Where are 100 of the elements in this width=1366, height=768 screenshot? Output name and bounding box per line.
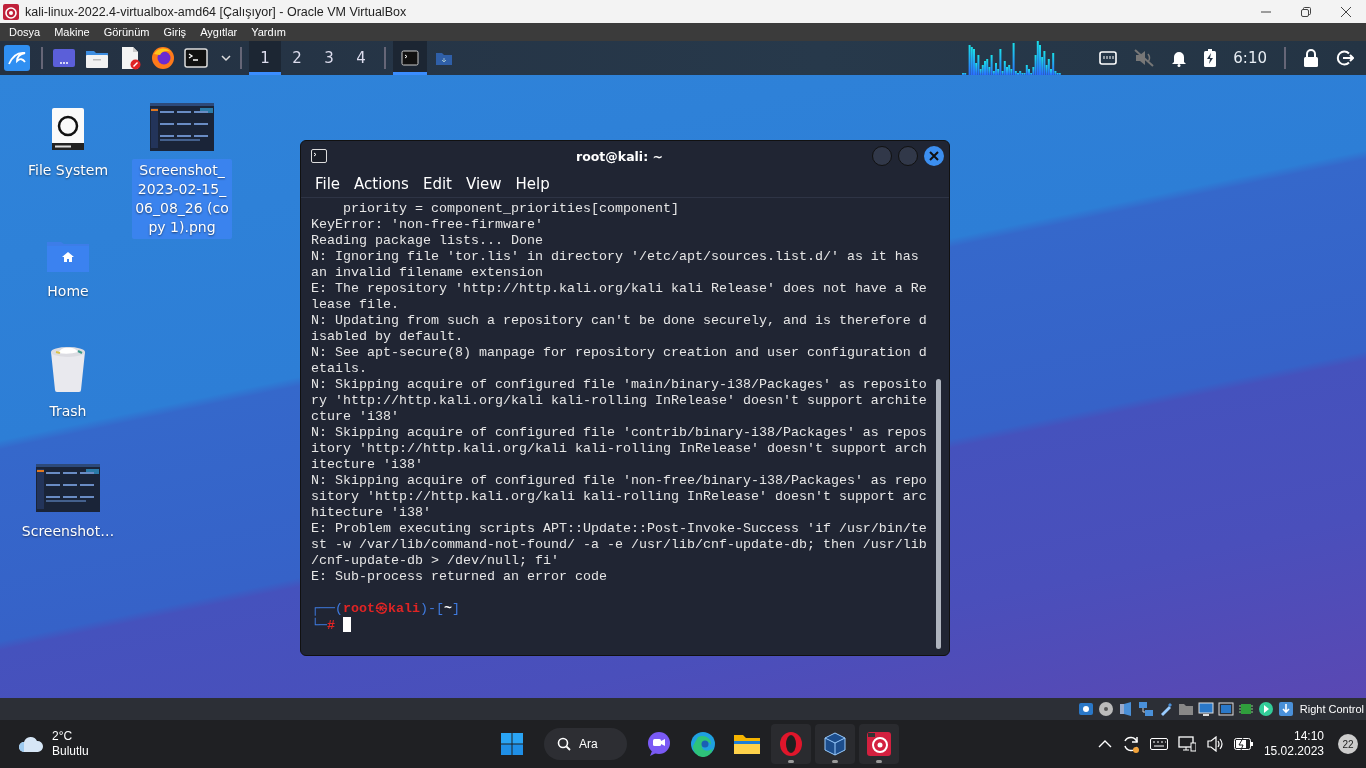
terminal-output-line: itory 'http://http.kali.org/kali kali-rolling InRelease' doesn't support arch	[311, 441, 927, 457]
menu-item[interactable]: Edit	[415, 175, 459, 193]
ethernet-icon[interactable]	[1099, 50, 1118, 66]
desktop-icon-label[interactable]: Screenshot_2023-02-15_06_08_26 (copy 1).png	[132, 159, 232, 239]
network-monitor-icon[interactable]	[1177, 736, 1196, 752]
weather-condition[interactable]: Bulutlu	[52, 744, 89, 759]
home-folder-icon	[47, 240, 89, 272]
dropdown-caret-icon[interactable]	[221, 53, 231, 63]
lock-icon[interactable]	[1303, 49, 1319, 67]
network-icon[interactable]	[1137, 701, 1154, 717]
folder-icon	[435, 50, 453, 66]
menu-item[interactable]: View	[458, 175, 509, 193]
terminal-output-line: N: Skipping acquire of configured file 'contrib/binary-i38/Packages' as repos	[311, 425, 927, 441]
notification-badge[interactable]: 22	[1338, 734, 1358, 754]
menu-item[interactable]: File	[308, 175, 348, 193]
search-button[interactable]: Ara	[544, 728, 627, 760]
menu-item[interactable]: Dosya	[2, 26, 48, 38]
bell-icon[interactable]	[1171, 49, 1188, 67]
terminal-output-line: isabled by default.	[311, 329, 463, 345]
terminal-output-line: N: Skipping acquire of configured file 'main/binary-i38/Packages' as reposito	[311, 377, 927, 393]
prompt-line: ┌──(root㉿kali)-[~]	[311, 601, 460, 617]
optical-disc-icon[interactable]	[1097, 701, 1114, 717]
terminal-icon	[311, 149, 327, 163]
terminal-icon	[401, 50, 419, 66]
host-key-label: Right Control	[1299, 703, 1364, 715]
mouse-integration-icon[interactable]	[1257, 701, 1274, 717]
windows-start-icon[interactable]	[501, 733, 523, 755]
sync-icon[interactable]	[1121, 735, 1140, 753]
speaker-muted-icon[interactable]	[1134, 49, 1155, 67]
logout-icon[interactable]	[1336, 49, 1354, 67]
terminal-output-line: hitecture 'i38'	[311, 505, 431, 521]
window-title: root@kali: ~	[575, 148, 664, 164]
display-icon[interactable]	[1197, 701, 1214, 717]
menu-item[interactable]: Help	[508, 175, 557, 193]
workspace-button[interactable]: 1	[249, 41, 281, 75]
clock-date[interactable]: 15.02.2023	[1263, 744, 1324, 759]
workspace-button[interactable]: 4	[345, 41, 377, 75]
taskbar-task[interactable]	[393, 41, 427, 75]
terminal-output-line: N: Ignoring file 'tor.lis' in directory '/etc/apt/sources.list.d/' as it has	[311, 249, 919, 265]
terminal-output-line: E: Problem executing scripts APT::Update::Post-Invoke-Success 'if /usr/bin/te	[311, 521, 927, 537]
cloud-icon[interactable]	[18, 734, 44, 754]
terminal-output-line: an invalid filename extension	[311, 265, 543, 281]
cursor-block	[343, 617, 351, 632]
menu-item[interactable]: Aygıtlar	[193, 26, 245, 38]
restore-icon[interactable]	[1300, 5, 1312, 18]
terminal-output-line: N: Updating from such a repository can't be done securely, and is therefore d	[311, 313, 927, 329]
desktop-icon-label[interactable]: File System	[24, 159, 112, 182]
processor-icon[interactable]	[1237, 701, 1254, 717]
menu-item[interactable]: Actions	[347, 175, 416, 193]
kali-dragon-logo-icon[interactable]	[4, 45, 30, 71]
folder-icon	[733, 732, 761, 756]
terminal-output-line: /cnf-update-db > /dev/null; fi'	[311, 553, 559, 569]
panel-clock[interactable]: 6:10	[1233, 49, 1267, 67]
battery-charging-icon[interactable]	[1233, 738, 1254, 750]
screenshot-thumbnail-drawing	[150, 103, 214, 151]
desktop-icon-label[interactable]: Home	[44, 280, 92, 303]
trash-bin-icon	[50, 346, 86, 392]
workspace-button[interactable]: 2	[281, 41, 313, 75]
terminal-icon[interactable]	[184, 47, 208, 69]
terminal-output-line: st -w /var/lib/command-not-found/ -a -e /usr/lib/cnf-update-db; then /usr/lib	[311, 537, 927, 553]
terminal-output-line: cture 'i38'	[311, 409, 399, 425]
close-button[interactable]	[924, 146, 944, 166]
browser-icon[interactable]	[151, 46, 175, 70]
weather-temperature[interactable]: 2°C	[52, 729, 89, 744]
cube-icon	[822, 731, 848, 757]
menu-item[interactable]: Giriş	[156, 26, 194, 38]
terminal-output-line: itecture 'i38'	[311, 457, 423, 473]
shared-folder-icon[interactable]	[1177, 701, 1194, 717]
keyboard-icon[interactable]	[1149, 738, 1168, 750]
menu-item[interactable]: Görünüm	[96, 26, 157, 38]
terminal-output-line: sitory 'http://http.kali.org/kali kali-rolling InRelease' doesn't support arc	[311, 489, 927, 505]
scrollbar-thumb[interactable]	[936, 379, 941, 649]
taskbar-app-button[interactable]	[859, 724, 899, 764]
search-icon	[557, 737, 571, 751]
terminal-output-line: KeyError: 'non-free-firmware'	[311, 217, 543, 233]
desktop-icon-label[interactable]: Trash	[46, 400, 90, 423]
app-logo-icon	[3, 3, 19, 20]
chat-bubble-icon	[646, 731, 672, 757]
workspace-button[interactable]: 3	[313, 41, 345, 75]
audio-icon[interactable]	[1117, 701, 1134, 717]
chevron-up-icon[interactable]	[1097, 739, 1112, 749]
terminal-output-line: ry 'http://http.kali.org/kali kali-rolling InRelease' doesn't support archite	[311, 393, 927, 409]
battery-charging-icon[interactable]	[1204, 49, 1217, 67]
terminal-output-line: Reading package lists... Done	[311, 233, 543, 249]
terminal-output-line: E: Sub-process returned an error code	[311, 569, 607, 585]
menu-item[interactable]: Makine	[47, 26, 97, 38]
speaker-icon[interactable]	[1205, 736, 1224, 752]
wave-browser-icon	[690, 731, 716, 757]
window-icon[interactable]	[52, 47, 76, 69]
terminal-output-line: E: The repository 'http://http.kali.org/kali kali Release' does not have a Re	[311, 281, 927, 297]
terminal-output-line: priority = component_priorities[component]	[342, 201, 679, 217]
swirl-app-icon	[866, 731, 892, 757]
window-title: kali-linux-2022.4-virtualbox-amd64 [Çalışıyor] - Oracle VM VirtualBox	[25, 4, 407, 19]
taskbar-app-button[interactable]	[815, 724, 855, 764]
menu-item[interactable]: Yardım	[244, 26, 293, 38]
prompt-line: └─#	[311, 617, 351, 633]
clock-time[interactable]: 14:10	[1293, 729, 1324, 744]
desktop-icon-label[interactable]: Screenshot…	[18, 520, 118, 543]
screen-recording-icon[interactable]	[1217, 701, 1234, 717]
close-icon[interactable]	[1340, 5, 1352, 18]
